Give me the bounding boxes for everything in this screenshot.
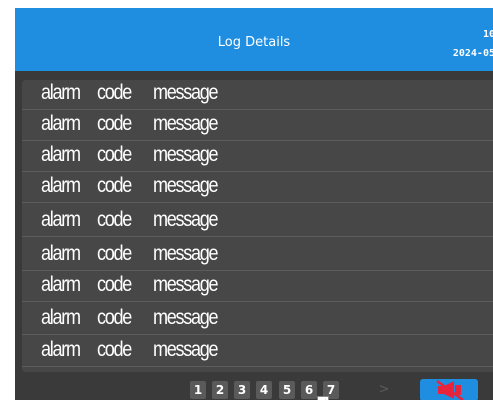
mute-alarm-button[interactable] — [420, 379, 478, 400]
speaker-muted-icon — [436, 379, 464, 400]
log-message: message — [153, 81, 219, 104]
page-title: Log Details — [217, 35, 291, 50]
log-list: alarm code message alarm code message al… — [22, 80, 493, 372]
page-button-2[interactable]: 2 — [212, 381, 228, 399]
log-code: code — [97, 208, 132, 231]
log-row[interactable]: alarm code message — [22, 272, 493, 302]
log-row[interactable]: alarm code message — [22, 241, 493, 271]
log-row[interactable]: alarm code message — [22, 111, 493, 141]
log-row[interactable]: alarm code message — [22, 337, 493, 367]
log-alarm: alarm — [41, 338, 81, 361]
log-row[interactable]: alarm code message — [22, 142, 493, 172]
log-row[interactable]: alarm code message — [22, 80, 493, 110]
log-message: message — [153, 208, 219, 231]
log-alarm: alarm — [41, 242, 81, 265]
log-alarm: alarm — [41, 306, 81, 329]
page-button-6[interactable]: 6 — [301, 381, 317, 399]
log-code: code — [97, 143, 132, 166]
log-code: code — [97, 273, 132, 296]
page-button-3[interactable]: 3 — [234, 381, 250, 399]
log-code: code — [97, 81, 132, 104]
hmi-screen: Log Details 10 2024-05 alarm code messag… — [15, 8, 493, 400]
next-page-button[interactable]: > — [377, 381, 391, 399]
log-message: message — [153, 242, 219, 265]
log-code: code — [97, 338, 132, 361]
log-message: message — [153, 143, 219, 166]
log-code: code — [97, 306, 132, 329]
clock-time: 10 — [482, 29, 493, 40]
log-alarm: alarm — [41, 112, 81, 135]
log-alarm: alarm — [41, 143, 81, 166]
log-alarm: alarm — [41, 81, 81, 104]
log-code: code — [97, 174, 132, 197]
log-alarm: alarm — [41, 273, 81, 296]
log-message: message — [153, 273, 219, 296]
header-bar: Log Details 10 2024-05 — [15, 8, 493, 71]
log-message: message — [153, 112, 219, 135]
log-message: message — [153, 306, 219, 329]
page-button-4[interactable]: 4 — [256, 381, 272, 399]
log-message: message — [153, 174, 219, 197]
page-button-1[interactable]: 1 — [190, 381, 206, 399]
log-row[interactable]: alarm code message — [22, 173, 493, 203]
log-alarm: alarm — [41, 208, 81, 231]
page-button-5[interactable]: 5 — [279, 381, 295, 399]
log-code: code — [97, 242, 132, 265]
checkbox-icon[interactable] — [317, 396, 329, 400]
log-code: code — [97, 112, 132, 135]
log-alarm: alarm — [41, 174, 81, 197]
log-message: message — [153, 338, 219, 361]
log-row[interactable]: alarm code message — [22, 207, 493, 237]
clock-date: 2024-05 — [452, 48, 493, 59]
log-row[interactable]: alarm code message — [22, 305, 493, 335]
